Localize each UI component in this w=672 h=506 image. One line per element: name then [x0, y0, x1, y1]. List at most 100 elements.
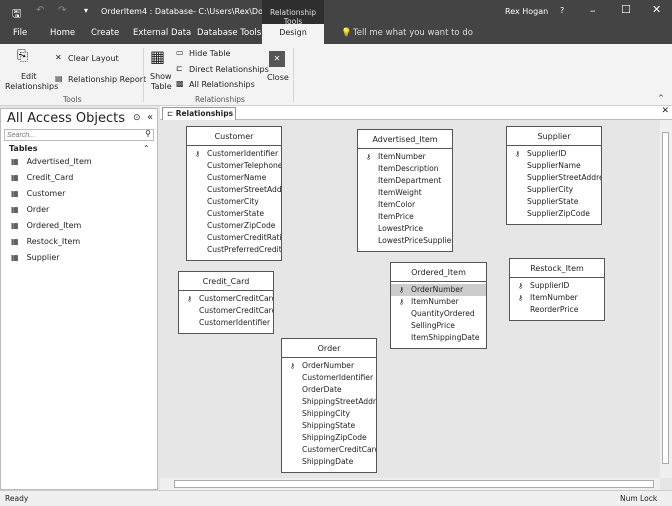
tab-design[interactable]: Design: [262, 24, 324, 44]
field-row[interactable]: ItemColor: [358, 199, 452, 211]
table-title[interactable]: Credit_Card: [179, 272, 273, 291]
vertical-scroll-thumb[interactable]: [662, 132, 669, 464]
nav-menu-icon[interactable]: ⊙: [133, 113, 141, 123]
collapse-ribbon-icon[interactable]: ^: [658, 94, 664, 102]
horizontal-scroll-thumb[interactable]: [174, 480, 654, 488]
table-order[interactable]: Order ⚷ OrderNumber CustomerIdentifier Order…: [281, 338, 377, 473]
show-table-button[interactable]: Table: [151, 82, 172, 91]
field-row[interactable]: CustomerState: [187, 208, 281, 220]
collapse-section-icon[interactable]: ⌃: [143, 144, 150, 153]
field-row[interactable]: ShippingDate: [282, 456, 376, 468]
field-row[interactable]: OrderDate: [282, 384, 376, 396]
field-row[interactable]: ShippingState: [282, 420, 376, 432]
nav-item-order[interactable]: ▦ Order: [11, 205, 92, 221]
field-row[interactable]: CustomerZipCode: [187, 220, 281, 232]
table-credit-card[interactable]: Credit_Card ⚷ CustomerCreditCardN CustomerC…: [178, 271, 274, 334]
table-restock-item[interactable]: Restock_Item ⚷ SupplierID ⚷ ItemNumber Reorde…: [509, 258, 605, 321]
field-row[interactable]: ItemDepartment: [358, 175, 452, 187]
field-row[interactable]: CustomerCreditCardN: [282, 444, 376, 456]
table-title[interactable]: Advertised_Item: [358, 130, 452, 149]
redo-icon[interactable]: ↷: [58, 5, 66, 16]
field-row[interactable]: ⚷ ItemNumber: [510, 292, 604, 304]
table-title[interactable]: Restock_Item: [510, 259, 604, 278]
tab-create[interactable]: Create: [91, 28, 119, 38]
field-row[interactable]: ⚷ ItemNumber: [358, 151, 452, 163]
nav-item-supplier[interactable]: ▦ Supplier: [11, 253, 92, 269]
relationships-canvas[interactable]: Customer ⚷ CustomerIdentifier CustomerTelep…: [160, 120, 660, 478]
field-row[interactable]: SellingPrice: [391, 320, 486, 332]
tables-section-header[interactable]: Tables: [9, 144, 37, 153]
field-row[interactable]: CustomerCreditCardN: [179, 305, 273, 317]
field-row[interactable]: LowestPriceSupplier: [358, 235, 452, 247]
save-icon[interactable]: 🖫: [12, 5, 21, 24]
close-button[interactable]: Close: [267, 73, 289, 82]
nav-item-advertised-item[interactable]: ▦ Advertised_Item: [11, 157, 92, 173]
close-window-button[interactable]: ✕: [652, 3, 661, 16]
field-row[interactable]: ⚷ OrderNumber: [282, 360, 376, 372]
tab-external-data[interactable]: External Data: [133, 28, 191, 38]
nav-item-ordered-item[interactable]: ▦ Ordered_Item: [11, 221, 92, 237]
field-row[interactable]: ShippingStreetAddres: [282, 396, 376, 408]
field-row[interactable]: CustomerCreditRatin: [187, 232, 281, 244]
edit-label[interactable]: Edit: [21, 72, 37, 81]
direct-relationships-button[interactable]: Direct Relationships: [189, 65, 269, 74]
field-row[interactable]: ItemDescription: [358, 163, 452, 175]
hide-table-button[interactable]: Hide Table: [189, 49, 230, 58]
field-row[interactable]: ItemShippingDate: [391, 332, 486, 344]
field-row[interactable]: CustPreferredCreditC: [187, 244, 281, 256]
minimize-button[interactable]: –: [590, 4, 596, 17]
field-row[interactable]: SupplierCity: [507, 184, 601, 196]
field-row[interactable]: ReorderPrice: [510, 304, 604, 316]
field-row[interactable]: ⚷ ItemNumber: [391, 296, 486, 308]
field-row[interactable]: CustomerName: [187, 172, 281, 184]
field-row[interactable]: ⚷ SupplierID: [507, 148, 601, 160]
field-row[interactable]: SupplierName: [507, 160, 601, 172]
field-row[interactable]: ShippingZipCode: [282, 432, 376, 444]
search-box[interactable]: ⚲: [4, 129, 154, 141]
tab-home[interactable]: Home: [50, 28, 75, 38]
table-supplier[interactable]: Supplier ⚷ SupplierID SupplierName SupplierS…: [506, 126, 602, 225]
tab-database-tools[interactable]: Database Tools: [197, 28, 261, 38]
search-input[interactable]: [5, 130, 135, 141]
field-row[interactable]: ShippingCity: [282, 408, 376, 420]
customize-qat-icon[interactable]: ▾: [84, 6, 88, 15]
table-title[interactable]: Supplier: [507, 127, 601, 146]
field-row[interactable]: ⚷ SupplierID: [510, 280, 604, 292]
maximize-button[interactable]: ☐: [621, 3, 631, 16]
field-row[interactable]: SupplierStreetAddres: [507, 172, 601, 184]
tab-file[interactable]: File: [13, 28, 27, 38]
table-customer[interactable]: Customer ⚷ CustomerIdentifier CustomerTelep…: [186, 126, 282, 261]
table-advertised-item[interactable]: Advertised_Item ⚷ ItemNumber ItemDescriptio…: [357, 129, 453, 252]
field-row[interactable]: ⚷ CustomerCreditCardN: [179, 293, 273, 305]
table-title[interactable]: Order: [282, 339, 376, 358]
search-icon[interactable]: ⚲: [145, 129, 151, 138]
field-row[interactable]: SupplierZipCode: [507, 208, 601, 220]
clear-layout-button[interactable]: Clear Layout: [68, 54, 119, 63]
table-ordered-item[interactable]: Ordered_Item ⚷ OrderNumber ⚷ ItemNumber Quant…: [390, 262, 487, 349]
field-row[interactable]: ItemPrice: [358, 211, 452, 223]
nav-item-restock-item[interactable]: ▦ Restock_Item: [11, 237, 92, 253]
nav-title[interactable]: All Access Objects: [7, 111, 125, 126]
close-document-button[interactable]: ✕: [661, 106, 669, 116]
all-relationships-button[interactable]: All Relationships: [189, 80, 255, 89]
table-title[interactable]: Ordered_Item: [391, 263, 486, 282]
field-row[interactable]: SupplierState: [507, 196, 601, 208]
field-row[interactable]: CustomerTelephoneN: [187, 160, 281, 172]
edit-relationships-button[interactable]: Relationships: [5, 82, 58, 91]
relationships-doc-tab[interactable]: ⊏ Relationships: [162, 107, 236, 120]
collapse-pane-icon[interactable]: «: [147, 112, 153, 123]
field-row[interactable]: LowestPrice: [358, 223, 452, 235]
relationship-report-button[interactable]: Relationship Report: [68, 75, 146, 84]
nav-item-customer[interactable]: ▦ Customer: [11, 189, 92, 205]
user-name[interactable]: Rex Hogan: [505, 7, 548, 16]
tell-me-search[interactable]: Tell me what you want to do: [353, 28, 473, 38]
field-row[interactable]: CustomerIdentifier: [179, 317, 273, 329]
field-row[interactable]: ⚷ OrderNumber: [391, 284, 486, 296]
horizontal-scrollbar[interactable]: [160, 478, 660, 490]
field-row[interactable]: ItemWeight: [358, 187, 452, 199]
show-label[interactable]: Show: [150, 72, 172, 81]
field-row[interactable]: ⚷ CustomerIdentifier: [187, 148, 281, 160]
field-row[interactable]: CustomerIdentifier: [282, 372, 376, 384]
field-row[interactable]: QuantityOrdered: [391, 308, 486, 320]
table-title[interactable]: Customer: [187, 127, 281, 146]
